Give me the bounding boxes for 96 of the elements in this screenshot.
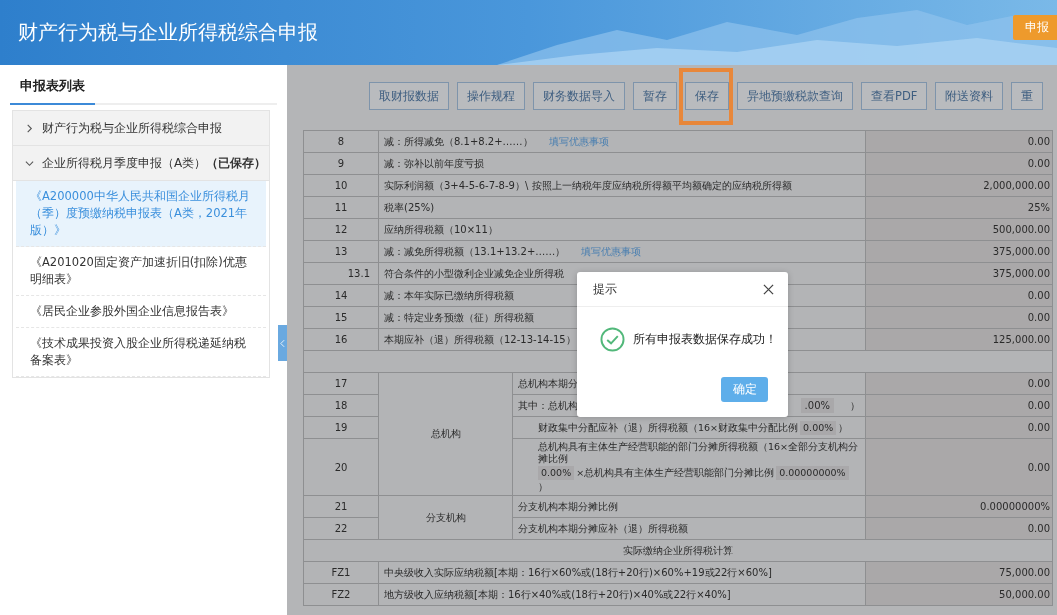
row-label: 减：减免所得税额（13.1+13.2+……） [384, 244, 566, 259]
amount-cell: 0.00 [865, 394, 1053, 417]
row-label: 税率(25%) [384, 200, 435, 215]
amount-cell: 375,000.00 [865, 240, 1053, 263]
ratio-field[interactable]: .00% [800, 398, 834, 413]
amount-cell: 25% [865, 196, 1053, 219]
row-number: FZ2 [303, 583, 379, 606]
row-label: 减：特定业务预缴（征）所得税额 [384, 310, 534, 325]
row-label: 财政集中分配应补（退）所得税额（16×财政集中分配比例 [538, 421, 799, 434]
row-number: 14 [303, 284, 379, 307]
group-label: 分支机构 [378, 495, 513, 540]
toolbar-button[interactable]: 重 [1011, 82, 1044, 110]
amount-cell: 0.00 [865, 130, 1053, 153]
ratio-field[interactable]: 0.00000000% [776, 466, 849, 480]
group-title: 企业所得税月季度申报（A类）（已保存） [42, 154, 267, 172]
row-number: 19 [303, 416, 379, 439]
row-number: 20 [303, 438, 379, 496]
toolbar-button[interactable]: 附送资料 [935, 82, 1004, 110]
row-number: 18 [303, 394, 379, 417]
collapse-handle[interactable] [278, 325, 287, 361]
row-number: FZ1 [303, 561, 379, 584]
row-number: 15 [303, 306, 379, 329]
form-list-item[interactable]: 《A201020固定资产加速折旧(扣除)优惠明细表》 [16, 247, 266, 296]
success-check-icon [600, 327, 625, 352]
amount-cell: 0.00 [865, 438, 1053, 496]
dialog-message: 所有申报表数据保存成功！ [633, 331, 777, 348]
form-group-header[interactable]: 企业所得税月季度申报（A类）（已保存） [13, 146, 269, 181]
dialog-title: 提示 [593, 280, 617, 298]
row-label: ） [538, 481, 548, 493]
toolbar-button[interactable]: 保存 [685, 82, 729, 110]
close-icon[interactable] [763, 283, 774, 295]
row-number: 17 [303, 372, 379, 395]
row-number: 8 [303, 130, 379, 153]
amount-cell: 0.00 [865, 284, 1053, 307]
toolbar-button[interactable]: 财务数据导入 [533, 82, 625, 110]
amount-cell: 75,000.00 [865, 561, 1053, 584]
toolbar-button[interactable]: 暂存 [633, 82, 677, 110]
amount-cell: 0.00 [865, 372, 1053, 395]
row-number: 22 [303, 517, 379, 540]
chevron-down-icon [25, 158, 34, 168]
row-number: 12 [303, 218, 379, 241]
amount-cell: 50,000.00 [865, 583, 1053, 606]
row-number: 13 [303, 240, 379, 263]
row-label: 分支机构本期分摊应补（退）所得税额 [518, 521, 688, 536]
row-label: ） [850, 398, 860, 413]
row-label: 减：本年实际已缴纳所得税额 [384, 288, 514, 303]
row-number: 10 [303, 174, 379, 197]
form-list-item[interactable]: 《A200000中华人民共和国企业所得税月（季）度预缴纳税申报表（A类，2021年版）》 [16, 181, 266, 247]
amount-cell: 0.00000000% [865, 495, 1053, 518]
declare-button[interactable]: 申报 [1013, 15, 1057, 40]
confirm-button[interactable]: 确定 [721, 377, 768, 402]
row-number: 13.1 [303, 262, 379, 285]
amount-cell: 500,000.00 [865, 218, 1053, 241]
app-title: 财产行为税与企业所得税综合申报 [18, 19, 318, 46]
section-title: 实际缴纳企业所得税计算 [303, 539, 1053, 562]
row-label: 实际利润额（3+4-5-6-7-8-9）\ 按照上一纳税年度应纳税所得额平均额确定的应纳税所得额 [384, 178, 792, 193]
chevron-left-icon [280, 338, 285, 348]
row-number: 21 [303, 495, 379, 518]
form-list-item[interactable]: 《居民企业参股外国企业信息报告表》 [16, 296, 266, 328]
row-label: 地方级收入应纳税额[本期：16行×40%或(18行+20行)×40%或22行×40%] [384, 587, 731, 602]
row-label: ×总机构具有主体生产经营职能部门分摊比例 [576, 467, 775, 479]
row-label: 减：所得减免（8.1+8.2+……） [384, 134, 533, 149]
row-label: 分支机构本期分摊比例 [518, 499, 618, 514]
row-number: 11 [303, 196, 379, 219]
row-label: ） [838, 421, 849, 434]
row-label: 本期应补（退）所得税额（12-13-14-15） [384, 332, 576, 347]
toolbar-button[interactable]: 取财报数据 [369, 82, 449, 110]
fill-link[interactable]: 填写优惠事项 [581, 244, 642, 259]
form-list-item[interactable]: 《技术成果投资入股企业所得税递延纳税备案表》 [16, 328, 266, 377]
row-label: 总机构本期分 [518, 376, 578, 391]
fill-link[interactable]: 填写优惠事项 [548, 134, 609, 149]
amount-cell: 0.00 [865, 306, 1053, 329]
row-number: 16 [303, 328, 379, 351]
row-label: 减：弥补以前年度亏损 [384, 156, 484, 171]
ratio-field[interactable]: 0.00% [538, 466, 575, 480]
chevron-right-icon [25, 123, 34, 133]
toolbar-button[interactable]: 异地预缴税款查询 [737, 82, 853, 110]
row-label: 总机构具有主体生产经营职能的部门分摊所得税额（16×全部分支机构分摊比例 [538, 441, 860, 465]
ratio-field[interactable]: 0.00% [800, 420, 837, 435]
toolbar-button[interactable]: 操作规程 [457, 82, 525, 110]
group-label: 总机构 [378, 372, 513, 496]
form-group-header[interactable]: 财产行为税与企业所得税综合申报 [13, 111, 269, 146]
toolbar-button[interactable]: 查看PDF [861, 82, 928, 110]
amount-cell: 375,000.00 [865, 262, 1053, 285]
row-label: 其中：总机构 [518, 398, 578, 413]
amount-cell: 125,000.00 [865, 328, 1053, 351]
row-label: 符合条件的小型微利企业减免企业所得税 [384, 266, 564, 281]
amount-cell: 0.00 [865, 416, 1053, 439]
sidebar-tab[interactable]: 申报表列表 [10, 77, 95, 105]
row-label: 应纳所得税额（10×11） [384, 222, 498, 237]
amount-cell: 0.00 [865, 517, 1053, 540]
amount-cell: 2,000,000.00 [865, 174, 1053, 197]
group-title: 财产行为税与企业所得税综合申报 [42, 119, 222, 137]
amount-cell: 0.00 [865, 152, 1053, 175]
row-label: 中央级收入实际应纳税额[本期：16行×60%或(18行+20行)×60%+19或22行×60%] [384, 565, 772, 580]
row-number: 9 [303, 152, 379, 175]
